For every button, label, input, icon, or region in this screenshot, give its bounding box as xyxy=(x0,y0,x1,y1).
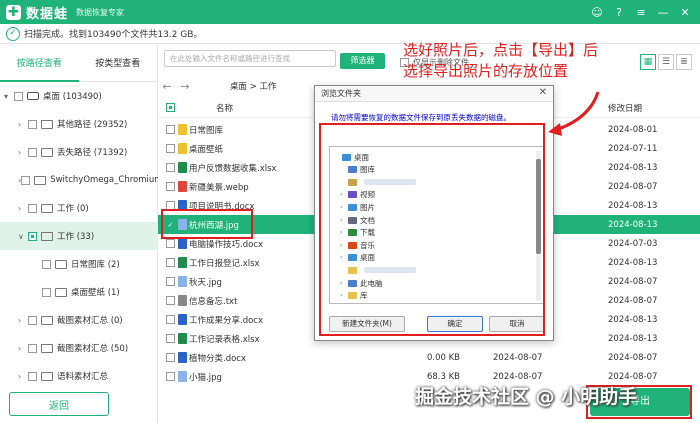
watermark: 掘金技术社区 @ 小明助手 xyxy=(415,386,638,408)
annotation-arrow xyxy=(548,91,600,136)
